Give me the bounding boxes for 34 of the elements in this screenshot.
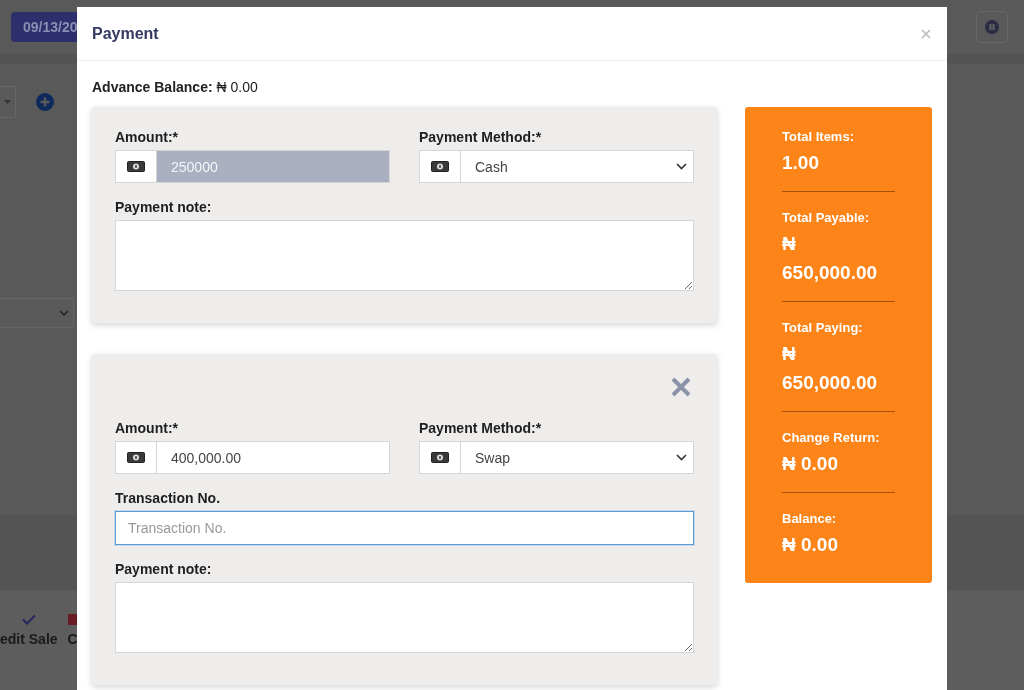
close-icon[interactable] [921, 28, 931, 39]
footer-action[interactable]: C [67, 614, 78, 690]
dropdown[interactable] [0, 298, 74, 328]
summary-label: Total Paying: [782, 320, 864, 335]
field-label: Amount:* [115, 420, 179, 436]
summary-label: Balance: [782, 511, 838, 526]
advance-balance: Advance Balance: ₦ 0.00 [91, 78, 259, 97]
payment-note-field[interactable] [115, 220, 694, 291]
transaction-field[interactable]: Transaction No. [115, 511, 694, 545]
field-label: Payment note: [115, 199, 213, 215]
chevron-icon [59, 310, 69, 316]
field-label: Amount:* [115, 129, 179, 145]
summary-value: ₦ 650,000.00 [782, 342, 879, 395]
dropdown[interactable] [0, 86, 16, 118]
pause-icon [985, 20, 999, 34]
add-icon[interactable] [36, 93, 54, 111]
pause-button[interactable] [976, 11, 1008, 43]
caret-icon [4, 100, 11, 104]
summary-label: Change Return: [782, 430, 881, 445]
field-label: Payment Method:* [419, 420, 543, 436]
summary-value: 1.00 [782, 151, 820, 175]
summary-value: ₦ 0.00 [782, 452, 839, 476]
summary-label: Total Items: [782, 129, 855, 144]
field-label: Payment Method:* [419, 129, 543, 145]
footer-action[interactable]: edit Sale [0, 614, 58, 690]
field-label: Transaction No. [115, 490, 222, 506]
modal-title: Payment [92, 24, 159, 43]
field-label: Payment note: [115, 561, 213, 577]
summary-label: Total Payable: [782, 210, 871, 225]
summary-value: ₦ 650,000.00 [782, 232, 879, 285]
payment-note-field[interactable] [115, 582, 694, 653]
check-icon [21, 614, 36, 625]
remove-icon[interactable] [670, 376, 692, 398]
summary-value: ₦ 0.00 [782, 533, 839, 557]
